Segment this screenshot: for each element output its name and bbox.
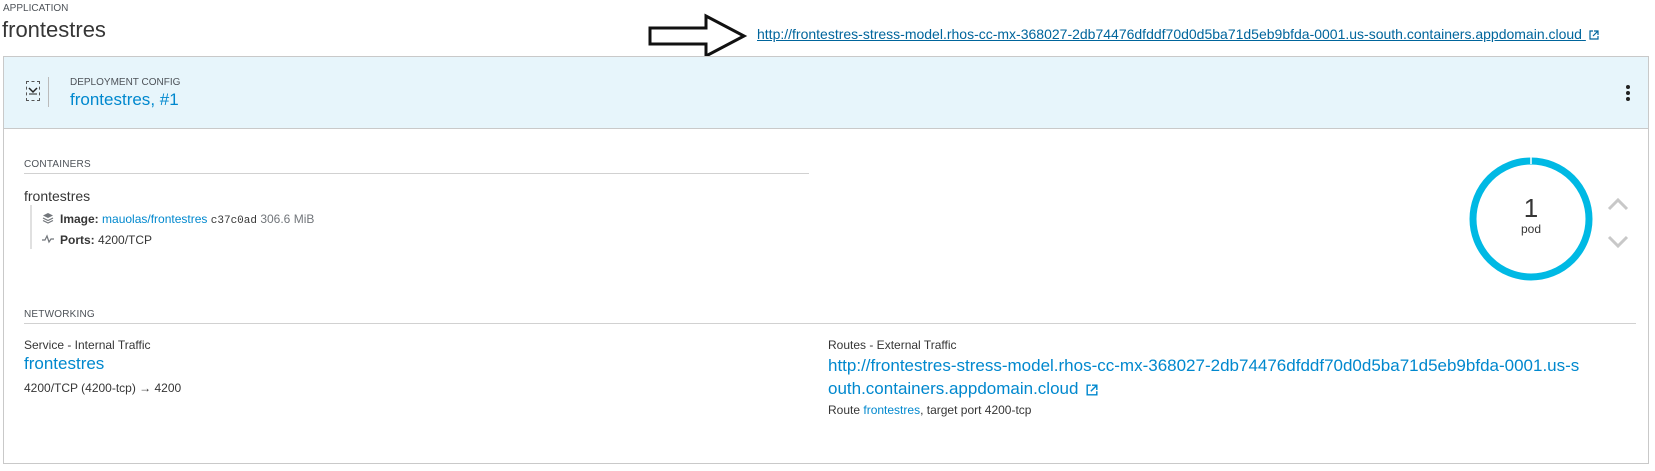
deployment-revision-link[interactable]: #1 xyxy=(160,90,179,109)
expand-toggle[interactable] xyxy=(26,81,40,101)
header-divider xyxy=(48,77,49,107)
networking-divider xyxy=(24,323,1636,324)
route-url-link[interactable]: http://frontestres-stress-model.rhos-cc-… xyxy=(828,356,1579,398)
application-route-link[interactable]: http://frontestres-stress-model.rhos-cc-… xyxy=(757,26,1599,42)
chevron-down-icon[interactable] xyxy=(1607,235,1629,249)
deployment-config-label: DEPLOYMENT CONFIG xyxy=(70,77,181,88)
route-name-link[interactable]: frontestres xyxy=(863,403,920,417)
service-link[interactable]: frontestres xyxy=(24,354,104,374)
route-detail: Route frontestres, target port 4200-tcp xyxy=(828,403,1031,417)
route-prefix: Route xyxy=(828,403,861,417)
deployment-separator: , xyxy=(150,90,156,109)
application-name: frontestres xyxy=(2,17,106,42)
image-label: Image: xyxy=(60,212,99,226)
routes-heading: Routes - External Traffic xyxy=(828,338,957,352)
external-link-icon[interactable] xyxy=(1086,383,1098,396)
image-size: 306.6 MiB xyxy=(260,212,315,226)
ports-row: Ports: 4200/TCP xyxy=(42,233,152,247)
chevron-up-icon[interactable] xyxy=(1607,197,1629,211)
route-target-port: , target port 4200-tcp xyxy=(920,403,1032,417)
containers-divider xyxy=(24,173,809,174)
kebab-menu-icon[interactable] xyxy=(1626,85,1630,101)
service-port-mapping: 4200/TCP (4200-tcp) → 4200 xyxy=(24,381,182,395)
pod-label: pod xyxy=(1520,222,1542,236)
annotation-arrow xyxy=(648,13,748,59)
pod-count: 1 xyxy=(1523,193,1539,223)
containers-section-label: CONTAINERS xyxy=(24,159,91,170)
deployment-card-header: DEPLOYMENT CONFIG frontestres, #1 xyxy=(4,57,1648,129)
image-row: Image: mauolas/frontestres c37c0ad 306.6… xyxy=(42,212,314,227)
ports-pulse-icon xyxy=(42,234,54,244)
external-link-icon xyxy=(1589,30,1599,40)
ports-label: Ports: xyxy=(60,233,95,247)
image-id: c37c0ad xyxy=(210,215,257,227)
expand-toggle-icon xyxy=(28,87,38,95)
service-heading: Service - Internal Traffic xyxy=(24,338,151,352)
container-details: Image: mauolas/frontestres c37c0ad 306.6… xyxy=(30,205,352,249)
image-name-link[interactable]: mauolas/frontestres xyxy=(102,212,207,226)
application-label: APPLICATION xyxy=(3,3,69,14)
networking-section-label: NETWORKING xyxy=(24,309,95,320)
deployment-config-title: frontestres, #1 xyxy=(70,90,179,110)
ports-value: 4200/TCP xyxy=(98,233,153,247)
container-name: frontestres xyxy=(24,188,91,204)
image-layers-icon xyxy=(42,213,54,224)
deployment-card: DEPLOYMENT CONFIG frontestres, #1 CONTAI… xyxy=(3,56,1649,464)
routes-url: http://frontestres-stress-model.rhos-cc-… xyxy=(828,354,1588,400)
deployment-config-link[interactable]: frontestres xyxy=(70,90,150,109)
route-url-text: http://frontestres-stress-model.rhos-cc-… xyxy=(757,26,1582,42)
